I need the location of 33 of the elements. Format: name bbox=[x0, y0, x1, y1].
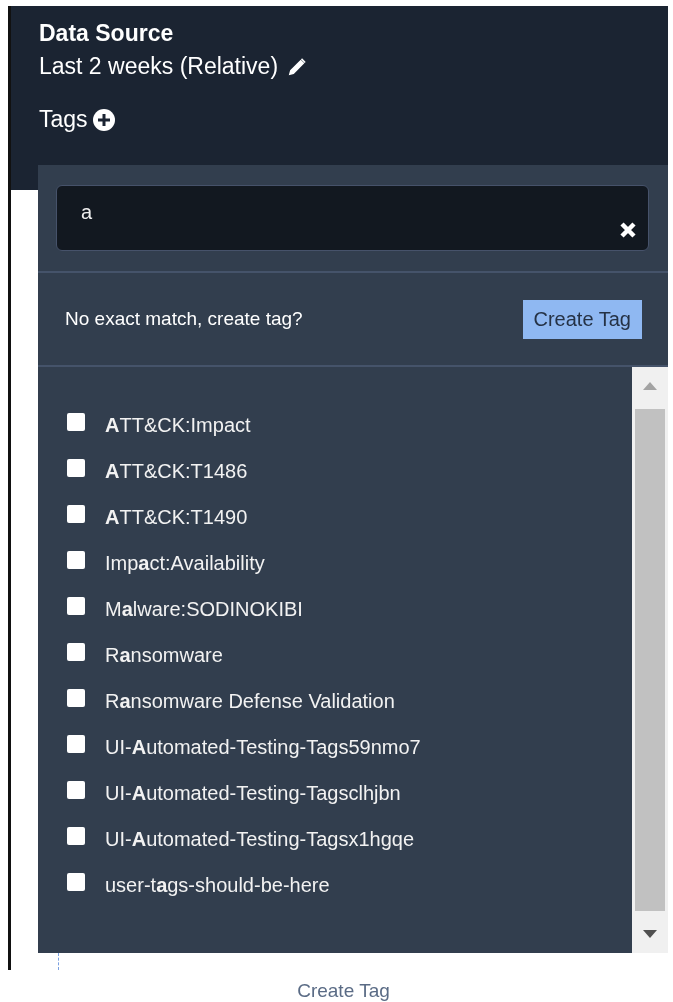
section-title: Data Source bbox=[39, 20, 175, 47]
tag-option[interactable]: UI-Automated-Testing-Tagsx1hgqe bbox=[105, 828, 415, 851]
tag-option[interactable]: ATT&CK:Impact bbox=[105, 414, 251, 437]
checkbox[interactable] bbox=[67, 734, 85, 753]
checkbox[interactable] bbox=[67, 458, 85, 477]
tags-label: Tags bbox=[39, 106, 88, 133]
tag-option[interactable]: user-tags-should-be-here bbox=[105, 874, 330, 897]
checkbox[interactable] bbox=[67, 642, 85, 661]
tag-option[interactable]: Impact:Availability bbox=[105, 552, 265, 575]
checkbox[interactable] bbox=[67, 872, 85, 891]
checkbox[interactable] bbox=[67, 826, 85, 845]
tag-option[interactable]: ATT&CK:T1486 bbox=[105, 460, 248, 483]
create-tag-button[interactable]: Create Tag bbox=[522, 299, 642, 339]
scroll-down-icon[interactable] bbox=[642, 929, 658, 939]
checkbox[interactable] bbox=[67, 688, 85, 707]
plus-circle-icon[interactable] bbox=[91, 107, 116, 132]
tag-option[interactable]: UI-Automated-Testing-Tagsclhjbn bbox=[105, 782, 401, 805]
checkbox[interactable] bbox=[67, 780, 85, 799]
tag-option[interactable]: Malware:SODINOKIBI bbox=[105, 598, 303, 621]
tag-option[interactable]: ATT&CK:T1490 bbox=[105, 506, 248, 529]
checkbox[interactable] bbox=[67, 596, 85, 615]
checkbox[interactable] bbox=[67, 550, 85, 569]
tag-option[interactable]: UI-Automated-Testing-Tags59nmo7 bbox=[105, 736, 421, 759]
no-match-message: No exact match, create tag? bbox=[65, 308, 303, 330]
date-range: Last 2 weeks (Relative) bbox=[39, 53, 279, 80]
checkbox[interactable] bbox=[67, 504, 85, 523]
checkbox[interactable] bbox=[67, 412, 85, 431]
tag-search-field[interactable]: a bbox=[56, 185, 649, 251]
scrollbar[interactable] bbox=[632, 367, 668, 953]
clear-icon[interactable] bbox=[619, 221, 637, 239]
create-tag-link[interactable]: Create Tag bbox=[297, 980, 390, 1002]
tag-option[interactable]: Ransomware bbox=[105, 644, 223, 667]
tag-option[interactable]: Ransomware Defense Validation bbox=[105, 690, 395, 713]
